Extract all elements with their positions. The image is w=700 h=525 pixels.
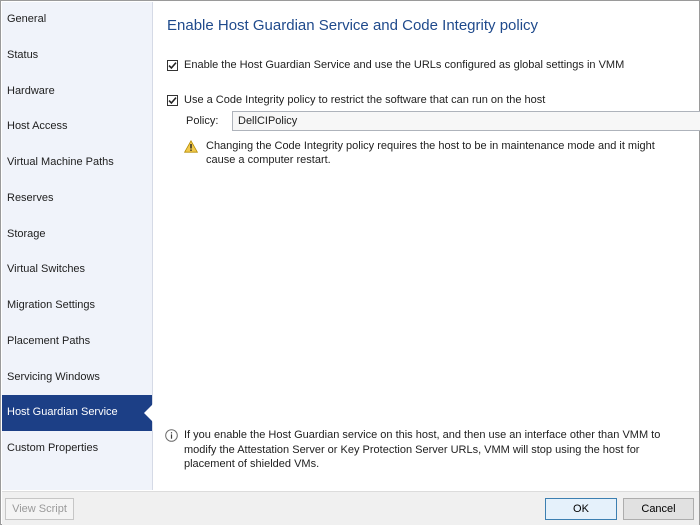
info-text-line2: modify the Attestation Server or Key Pro…	[184, 443, 640, 456]
sidebar-item-migration-settings[interactable]: Migration Settings	[2, 288, 152, 324]
checkmark-icon	[168, 96, 177, 104]
policy-label: Policy:	[186, 115, 219, 127]
checkmark-icon	[168, 61, 177, 69]
sidebar-item-status[interactable]: Status	[2, 38, 152, 74]
sidebar-item-reserves[interactable]: Reserves	[2, 181, 152, 217]
hgs-checkbox-row[interactable]: Enable the Host Guardian Service and use…	[167, 59, 624, 71]
hgs-checkbox-label: Enable the Host Guardian Service and use…	[184, 59, 625, 71]
policy-select[interactable]: DellCIPolicy	[232, 111, 700, 131]
info-text-line3: placement of shielded VMs.	[184, 458, 320, 470]
info-text-line1: If you enable the Host Guardian service …	[184, 429, 661, 441]
policy-select-value: DellCIPolicy	[238, 115, 298, 127]
main-panel: Enable Host Guardian Service and Code In…	[153, 2, 700, 490]
ci-checkbox[interactable]	[167, 94, 178, 106]
sidebar-item-custom-properties[interactable]: Custom Properties	[2, 431, 152, 467]
dialog-footer: View Script OK Cancel	[2, 491, 699, 525]
warning-text-line2: cause a computer restart.	[206, 154, 331, 166]
warning-text-line1: Changing the Code Integrity policy requi…	[206, 140, 655, 152]
ok-button[interactable]: OK	[545, 498, 617, 520]
page-title: Enable Host Guardian Service and Code In…	[167, 17, 539, 34]
view-script-button[interactable]: View Script	[5, 498, 74, 520]
sidebar-item-hardware[interactable]: Hardware	[2, 74, 152, 110]
sidebar-item-host-guardian-service[interactable]: Host Guardian Service	[2, 395, 152, 431]
sidebar-item-general[interactable]: General	[2, 2, 152, 38]
warning-icon	[184, 140, 198, 153]
sidebar-item-servicing-windows[interactable]: Servicing Windows	[2, 360, 152, 396]
policy-row: Policy: DellCIPolicy	[186, 111, 700, 131]
sidebar-item-host-access[interactable]: Host Access	[2, 109, 152, 145]
warning-message: Changing the Code Integrity policy requi…	[184, 139, 694, 167]
info-message: If you enable the Host Guardian service …	[165, 428, 690, 472]
sidebar-item-virtual-switches[interactable]: Virtual Switches	[2, 252, 152, 288]
ci-checkbox-row[interactable]: Use a Code Integrity policy to restrict …	[167, 94, 545, 106]
info-icon	[165, 429, 178, 442]
sidebar-item-storage[interactable]: Storage	[2, 217, 152, 253]
ci-checkbox-label: Use a Code Integrity policy to restrict …	[184, 94, 546, 106]
hgs-checkbox[interactable]	[167, 59, 178, 71]
sidebar-item-virtual-machine-paths[interactable]: Virtual Machine Paths	[2, 145, 152, 181]
properties-dialog: General Status Hardware Host Access Virt…	[0, 0, 700, 525]
sidebar: General Status Hardware Host Access Virt…	[2, 2, 153, 490]
cancel-button[interactable]: Cancel	[623, 498, 694, 520]
sidebar-item-placement-paths[interactable]: Placement Paths	[2, 324, 152, 360]
